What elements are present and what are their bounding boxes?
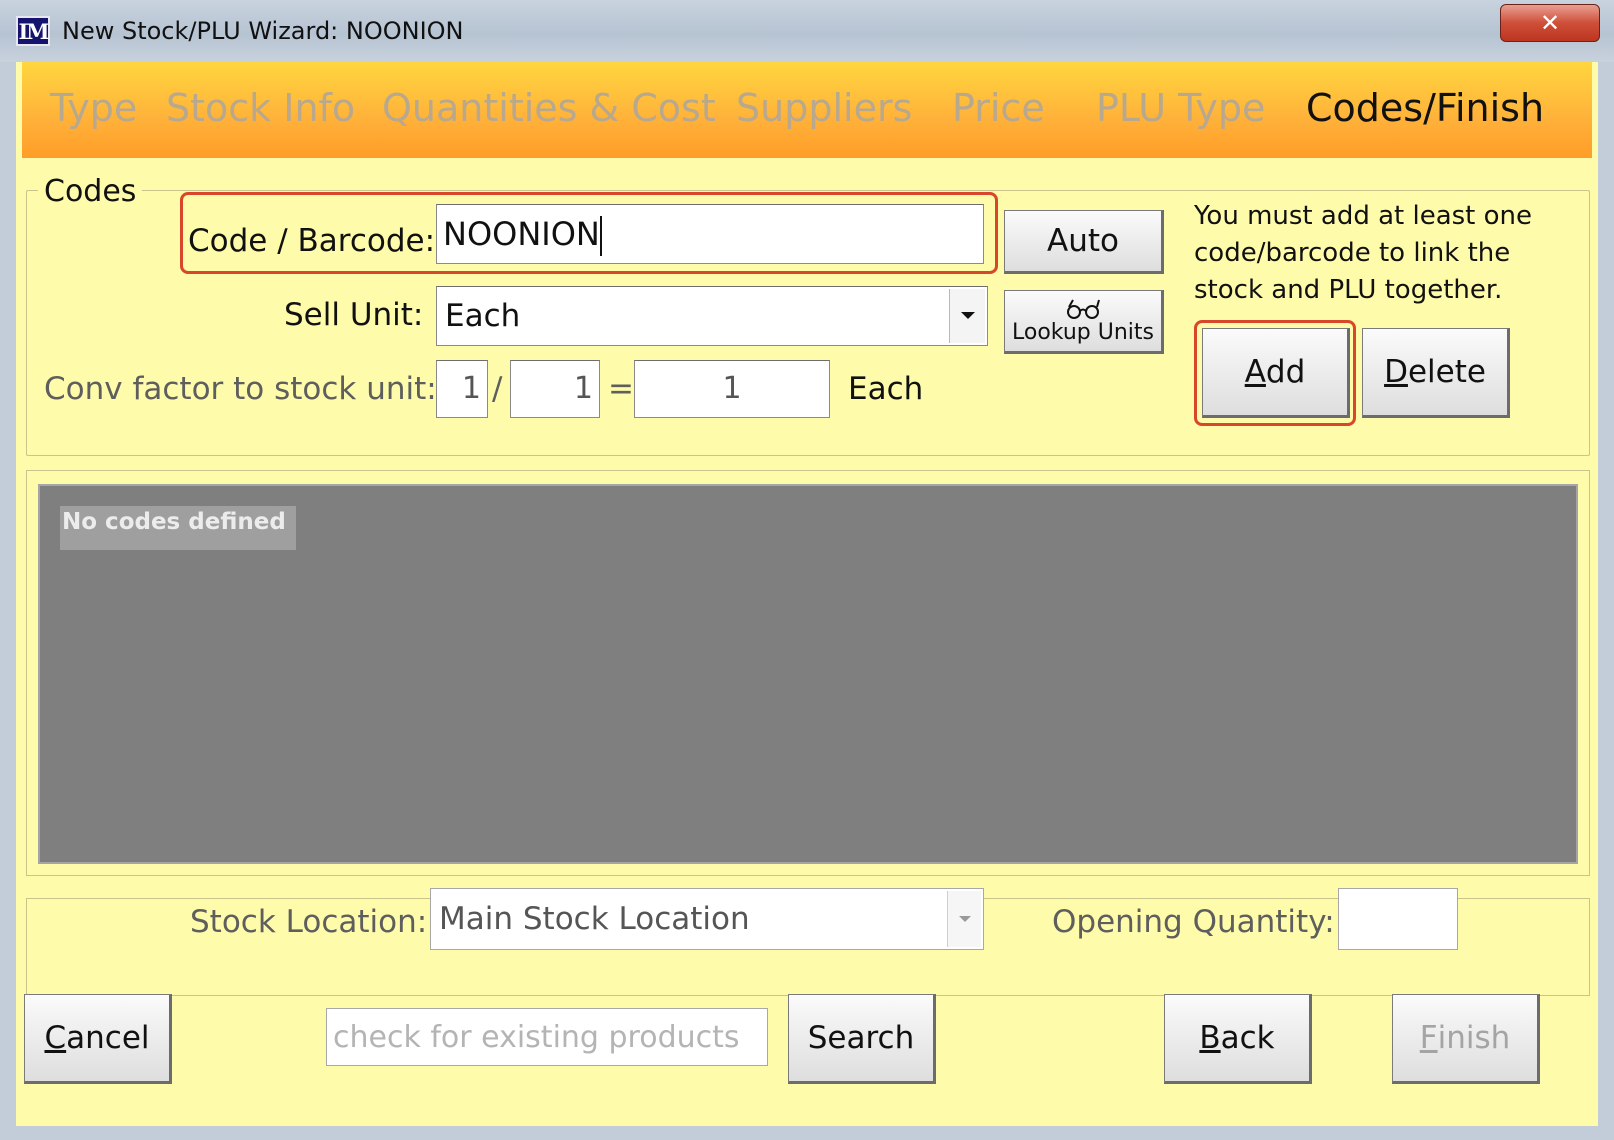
step-codes-finish[interactable]: Codes/Finish — [1306, 80, 1544, 136]
auto-button[interactable]: Auto — [1004, 210, 1164, 274]
delete-label: elete — [1407, 354, 1486, 390]
stock-location-value: Main Stock Location — [439, 901, 750, 937]
stock-location-select[interactable]: Main Stock Location — [430, 888, 984, 950]
step-quantities-cost[interactable]: Quantities & Cost — [382, 80, 716, 136]
lookup-units-button[interactable]: Lookup Units — [1004, 290, 1164, 354]
add-button[interactable]: Add — [1202, 328, 1350, 418]
app-logo-icon: IM — [16, 16, 50, 46]
sell-unit-select[interactable]: Each — [436, 286, 988, 346]
sell-unit-value: Each — [445, 298, 521, 334]
step-type[interactable]: Type — [50, 80, 137, 136]
chevron-down-icon[interactable] — [949, 289, 985, 343]
codes-hint-line: code/barcode to link the — [1194, 238, 1511, 268]
window-frame-bottom — [0, 1126, 1614, 1140]
codes-hint: You must add at least one code/barcode t… — [1194, 198, 1574, 309]
step-plu-type[interactable]: PLU Type — [1096, 80, 1265, 136]
window-frame-left — [0, 62, 16, 1140]
finish-accel: F — [1419, 1020, 1438, 1056]
close-icon: ✕ — [1539, 9, 1561, 37]
stock-location-label: Stock Location: — [190, 904, 428, 940]
codes-group-legend: Codes — [38, 172, 143, 212]
close-button[interactable]: ✕ — [1500, 4, 1600, 42]
conv-equals: = — [608, 371, 634, 407]
add-label: dd — [1265, 354, 1306, 390]
conv-denominator-input[interactable]: 1 — [510, 360, 600, 418]
search-button[interactable]: Search — [788, 994, 936, 1084]
cancel-button[interactable]: Cancel — [24, 994, 172, 1084]
step-price[interactable]: Price — [952, 80, 1045, 136]
barcode-input[interactable]: NOONION — [436, 204, 984, 264]
back-button[interactable]: Back — [1164, 994, 1312, 1084]
back-label: ack — [1220, 1020, 1275, 1056]
cancel-label: ancel — [66, 1020, 150, 1056]
delete-accel: D — [1384, 354, 1408, 390]
finish-label: inish — [1437, 1020, 1511, 1056]
conv-numerator-input[interactable]: 1 — [436, 360, 488, 418]
glasses-icon — [1067, 299, 1100, 319]
conv-unit-label: Each — [848, 371, 924, 407]
product-search-input[interactable] — [326, 1008, 768, 1066]
delete-button[interactable]: Delete — [1362, 328, 1510, 418]
codes-hint-line: You must add at least one — [1194, 201, 1533, 231]
conv-factor-label: Conv factor to stock unit: — [44, 371, 437, 407]
codes-hint-line: stock and PLU together. — [1194, 275, 1503, 305]
chevron-down-icon[interactable] — [947, 891, 981, 947]
finish-button[interactable]: Finish — [1392, 994, 1540, 1084]
opening-quantity-input[interactable] — [1338, 888, 1458, 950]
cancel-accel: C — [44, 1020, 67, 1056]
window-frame-right — [1598, 62, 1614, 1140]
step-stock-info[interactable]: Stock Info — [166, 80, 355, 136]
window-title: New Stock/PLU Wizard: NOONION — [62, 17, 464, 45]
sell-unit-label: Sell Unit: — [284, 297, 424, 333]
barcode-input-value: NOONION — [443, 215, 600, 253]
conv-result-field: 1 — [634, 360, 830, 418]
barcode-label: Code / Barcode: — [188, 223, 436, 259]
lookup-units-label: Lookup Units — [1011, 319, 1154, 345]
back-accel: B — [1199, 1020, 1221, 1056]
empty-list-message: No codes defined — [60, 506, 296, 550]
step-suppliers[interactable]: Suppliers — [736, 80, 912, 136]
conv-slash: / — [492, 371, 503, 407]
opening-quantity-label: Opening Quantity: — [1052, 904, 1335, 940]
add-accel: A — [1244, 354, 1266, 390]
